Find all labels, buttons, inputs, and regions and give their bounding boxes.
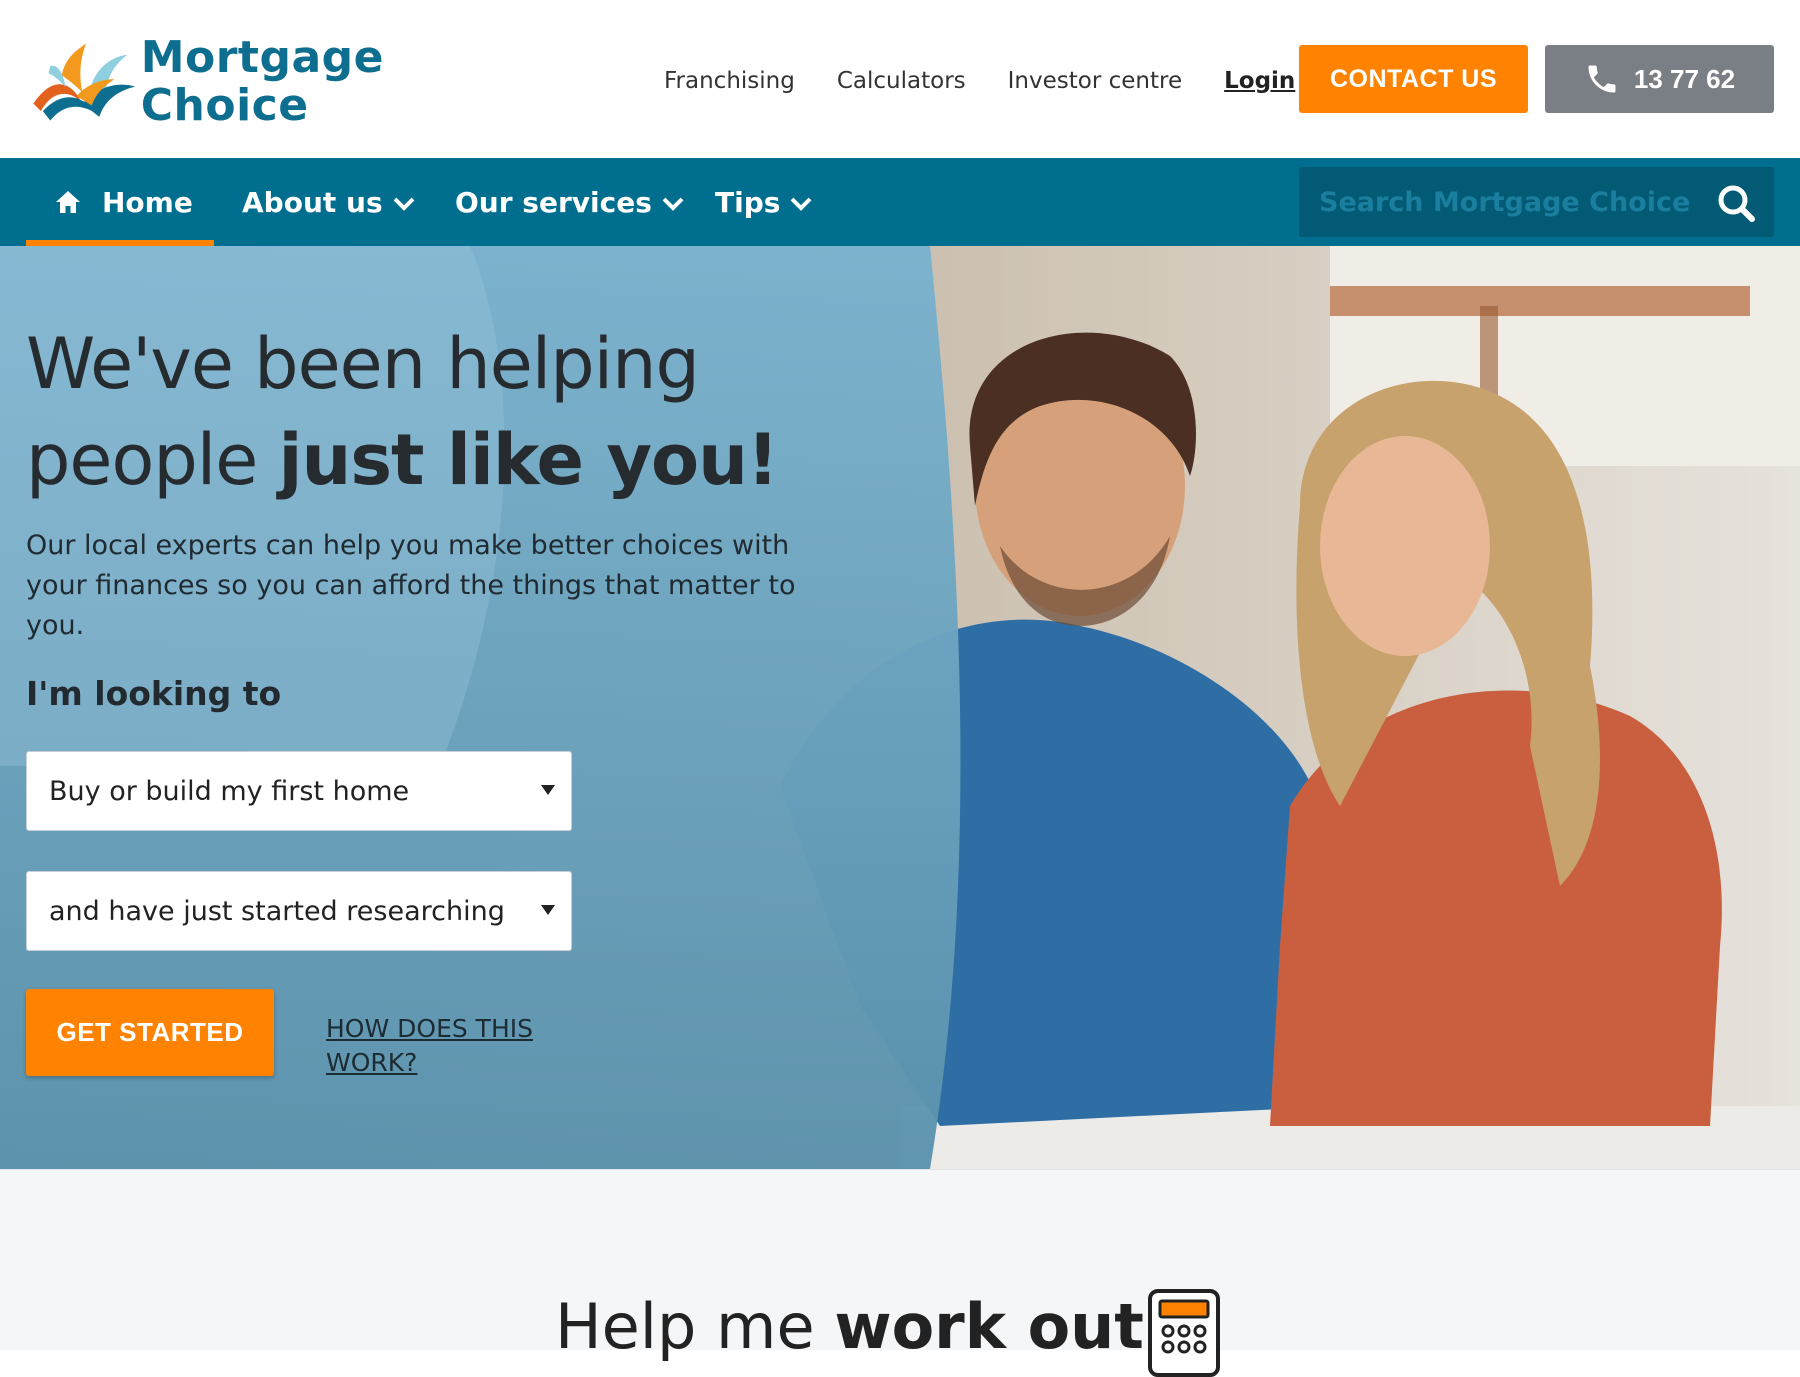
caret-down-icon — [541, 905, 555, 915]
contact-us-button[interactable]: CONTACT US — [1299, 45, 1528, 113]
chevron-down-icon — [662, 197, 684, 211]
link-investor-centre[interactable]: Investor centre — [1008, 68, 1182, 94]
phone-button[interactable]: 13 77 62 — [1545, 45, 1774, 113]
looking-to-label: I'm looking to — [26, 674, 282, 713]
mortgage-choice-logo-icon — [33, 43, 136, 121]
chevron-down-icon — [790, 197, 812, 211]
goal-select-value: Buy or build my first home — [49, 775, 410, 807]
link-login[interactable]: Login — [1224, 68, 1295, 94]
chevron-down-icon — [393, 197, 415, 211]
help-me-section: Help me work out... — [0, 1169, 1800, 1377]
get-started-button[interactable]: GET STARTED — [26, 989, 274, 1076]
logo[interactable]: Mortgage Choice — [24, 34, 384, 130]
phone-icon — [1588, 65, 1616, 93]
hero-title-line-1: We've been helping — [26, 323, 700, 405]
stage-select-value: and have just started researching — [49, 895, 505, 927]
link-calculators[interactable]: Calculators — [837, 68, 966, 94]
nav-tips-label: Tips — [715, 185, 781, 219]
caret-down-icon — [541, 785, 555, 795]
nav-item-about-us[interactable]: About us — [242, 158, 415, 246]
link-franchising[interactable]: Franchising — [664, 68, 795, 94]
phone-number: 13 77 62 — [1633, 63, 1736, 94]
search-box — [1299, 167, 1774, 237]
hero-title-line-2: people — [26, 419, 279, 501]
logo-line-1: Mortgage — [140, 32, 384, 83]
nav-about-label: About us — [242, 185, 383, 219]
nav-services-label: Our services — [455, 185, 652, 219]
logo-line-2: Choice — [140, 80, 309, 131]
nav-item-tips[interactable]: Tips — [715, 158, 812, 246]
top-links: Franchising Calculators Investor centre … — [664, 64, 1337, 98]
calculator-icon — [1148, 1289, 1220, 1377]
nav-item-home[interactable]: Home — [26, 158, 214, 246]
logo-text: Mortgage Choice — [141, 34, 384, 130]
search-icon[interactable] — [1716, 183, 1756, 223]
help-me-prefix: Help me — [555, 1290, 835, 1363]
how-does-this-work-link[interactable]: HOW DOES THIS WORK? — [326, 1012, 546, 1080]
hero-title-bold: just like you! — [278, 419, 779, 501]
hero-subtitle: Our local experts can help you make bett… — [26, 530, 796, 641]
help-me-title: Help me work out... — [555, 1290, 1215, 1363]
stage-select[interactable]: and have just started researching — [26, 871, 572, 951]
top-header: Mortgage Choice Franchising Calculators … — [0, 0, 1800, 158]
nav-home-label: Home — [102, 185, 193, 219]
hero-section: We've been helping people just like you!… — [0, 246, 1800, 1169]
home-icon — [56, 191, 80, 213]
hero-title: We've been helping people just like you! — [26, 316, 926, 508]
search-input[interactable] — [1319, 172, 1709, 232]
goal-select[interactable]: Buy or build my first home — [26, 751, 572, 831]
hero-content: We've been helping people just like you!… — [26, 246, 926, 1169]
nav-item-our-services[interactable]: Our services — [455, 158, 684, 246]
